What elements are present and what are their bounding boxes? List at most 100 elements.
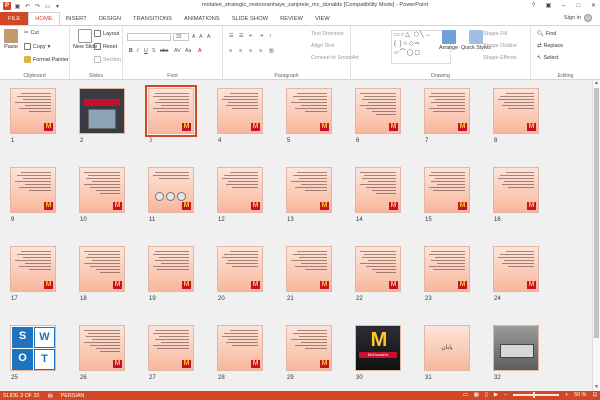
close-icon[interactable]: ✕: [589, 1, 598, 10]
tab-slide-show[interactable]: SLIDE SHOW: [226, 12, 274, 25]
align-center-icon[interactable]: ≡: [239, 48, 242, 54]
avatar[interactable]: [584, 14, 592, 22]
columns-icon[interactable]: ▥: [269, 48, 274, 54]
slideshow-view-icon[interactable]: ▶: [494, 392, 498, 398]
bold-icon[interactable]: B: [129, 48, 133, 54]
sign-in[interactable]: Sign in: [564, 14, 592, 22]
minimize-icon[interactable]: –: [559, 1, 568, 10]
line-spacing-icon[interactable]: ↕: [269, 33, 272, 39]
tab-design[interactable]: DESIGN: [93, 12, 127, 25]
underline-icon[interactable]: U: [144, 48, 148, 54]
slide-thumbnail[interactable]: M: [493, 246, 539, 292]
align-text-button[interactable]: Align Text: [311, 43, 334, 49]
italic-icon[interactable]: I: [137, 48, 138, 54]
shape-effects-button[interactable]: Shape Effects: [483, 55, 516, 61]
zoom-in-icon[interactable]: +: [565, 392, 568, 398]
bullets-icon[interactable]: ☰: [229, 33, 234, 39]
normal-view-icon[interactable]: ▭: [463, 392, 468, 398]
grow-font-icon[interactable]: A: [192, 34, 195, 40]
slide-thumbnail[interactable]: M: [286, 325, 332, 371]
spelling-icon[interactable]: ▤: [48, 393, 53, 399]
slide-thumbnail[interactable]: M: [217, 167, 263, 213]
replace-button[interactable]: ⇄ Replace: [537, 43, 563, 49]
shape-fill-button[interactable]: Shape Fill: [483, 31, 507, 37]
slide-thumbnail[interactable]: M: [493, 167, 539, 213]
slide-thumbnail[interactable]: [79, 88, 125, 134]
slide-thumbnail[interactable]: M: [217, 88, 263, 134]
align-right-icon[interactable]: ≡: [249, 48, 252, 54]
slide-thumbnail[interactable]: M: [355, 167, 401, 213]
slide-thumbnail[interactable]: M: [424, 88, 470, 134]
tab-view[interactable]: VIEW: [309, 12, 336, 25]
increase-indent-icon[interactable]: ⇥: [259, 33, 263, 39]
slide-thumbnail[interactable]: M: [355, 246, 401, 292]
undo-icon[interactable]: ↶: [24, 3, 31, 10]
language-label[interactable]: PERSIAN: [61, 393, 85, 399]
tab-transitions[interactable]: TRANSITIONS: [127, 12, 178, 25]
slide-thumbnail[interactable]: M: [79, 246, 125, 292]
maximize-icon[interactable]: □: [574, 1, 583, 10]
layout-button[interactable]: Layout: [94, 30, 119, 37]
font-name-field[interactable]: [127, 33, 171, 41]
text-direction-button[interactable]: Text Direction: [311, 31, 344, 37]
slide-thumbnail[interactable]: M: [148, 167, 194, 213]
tab-home[interactable]: HOME: [28, 12, 60, 25]
font-color-icon[interactable]: A: [198, 48, 201, 54]
slide-thumbnail[interactable]: M: [10, 88, 56, 134]
zoom-level[interactable]: 50 %: [574, 392, 586, 398]
ribbon-display-icon[interactable]: ▣: [544, 1, 553, 10]
align-left-icon[interactable]: ≡: [229, 48, 232, 54]
slide-thumbnail[interactable]: پایان: [424, 325, 470, 371]
slide-thumbnail[interactable]: M: [493, 88, 539, 134]
decrease-indent-icon[interactable]: ⇤: [249, 33, 253, 39]
change-case-icon[interactable]: Aa: [185, 48, 191, 54]
slide-thumbnail[interactable]: M McDonald's: [355, 325, 401, 371]
slide-thumbnail[interactable]: M: [148, 246, 194, 292]
slide-thumbnail[interactable]: M: [286, 88, 332, 134]
shrink-font-icon[interactable]: A: [199, 34, 202, 40]
slide-thumbnail[interactable]: M: [10, 246, 56, 292]
char-spacing-icon[interactable]: AV: [174, 48, 181, 54]
help-icon[interactable]: ?: [529, 1, 538, 10]
reading-view-icon[interactable]: ▯: [485, 392, 488, 398]
tab-insert[interactable]: INSERT: [60, 12, 93, 25]
zoom-slider-knob[interactable]: [533, 392, 536, 398]
slide-thumbnail[interactable]: [493, 325, 539, 371]
paste-button[interactable]: Paste: [4, 29, 18, 50]
numbering-icon[interactable]: ☰: [239, 33, 244, 39]
scroll-down-icon[interactable]: ▼: [593, 384, 600, 391]
slide-thumbnail[interactable]: M: [424, 167, 470, 213]
select-button[interactable]: ↖ Select: [537, 55, 559, 61]
tab-animations[interactable]: ANIMATIONS: [178, 12, 226, 25]
slide-thumbnail[interactable]: M: [145, 85, 197, 137]
vertical-scrollbar[interactable]: ▲ ▼: [592, 80, 600, 391]
strikethrough-icon[interactable]: abc: [160, 48, 168, 54]
cut-button[interactable]: ✂ Cut: [24, 30, 39, 36]
zoom-slider[interactable]: [513, 392, 560, 398]
tab-file[interactable]: FILE: [0, 12, 29, 25]
clear-formatting-icon[interactable]: A: [207, 34, 210, 40]
sign-in-label[interactable]: Sign in: [564, 15, 581, 21]
zoom-out-icon[interactable]: –: [504, 392, 507, 398]
format-painter-button[interactable]: Format Painter: [24, 56, 69, 63]
redo-icon[interactable]: ↷: [34, 3, 41, 10]
scroll-thumb[interactable]: [594, 88, 599, 338]
slide-thumbnail[interactable]: SWOT: [10, 325, 56, 371]
shape-outline-button[interactable]: Shape Outline: [483, 43, 517, 49]
save-icon[interactable]: ▣: [14, 3, 21, 10]
slide-thumbnail[interactable]: M: [424, 246, 470, 292]
arrange-button[interactable]: Arrange: [439, 30, 458, 51]
sorter-view-icon[interactable]: ▦: [474, 392, 479, 398]
slide-thumbnail[interactable]: M: [286, 246, 332, 292]
slide-thumbnail[interactable]: M: [79, 167, 125, 213]
justify-icon[interactable]: ≡: [259, 48, 262, 54]
slide-thumbnail[interactable]: M: [148, 325, 194, 371]
start-slideshow-icon[interactable]: ▭: [44, 3, 51, 10]
tab-review[interactable]: REVIEW: [274, 12, 309, 25]
customize-qat-icon[interactable]: ▾: [54, 3, 61, 10]
reset-button[interactable]: Reset: [94, 43, 117, 50]
slide-thumbnail[interactable]: M: [10, 167, 56, 213]
font-size-field[interactable]: 32: [173, 33, 189, 41]
find-button[interactable]: 🔍︎ Find: [537, 31, 556, 37]
shadow-icon[interactable]: S: [152, 48, 155, 54]
